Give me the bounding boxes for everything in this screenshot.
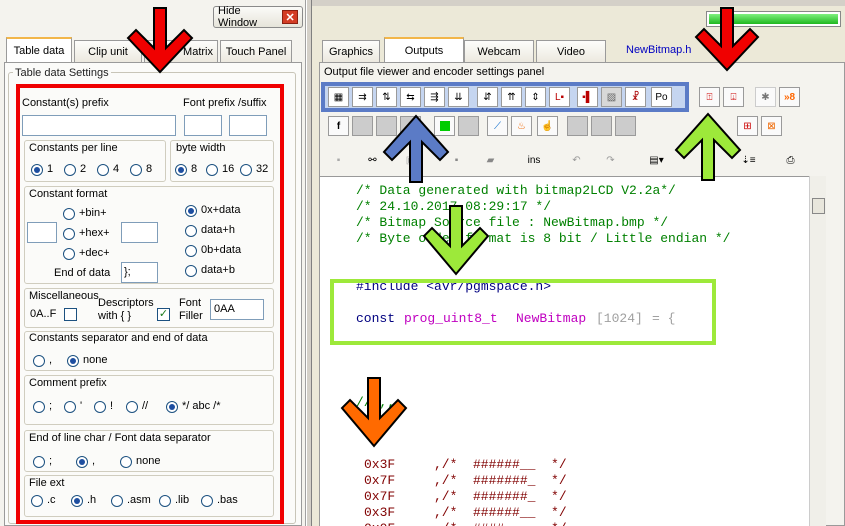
disabled-tool-8-icon[interactable] — [615, 116, 636, 136]
format-grid-icon[interactable]: ▦ — [328, 87, 349, 107]
code-editor[interactable]: /* Data generated with bitmap2LCD V2.2a*… — [320, 176, 809, 526]
font-f-icon[interactable]: f — [328, 116, 349, 136]
print-icon[interactable]: ⎙ — [780, 150, 801, 170]
rotate-icon[interactable]: ⇵ — [477, 87, 498, 107]
disabled-tool-6-icon[interactable] — [567, 116, 588, 136]
red-arrow-icon — [126, 7, 194, 74]
table-row: 0x3F ,/* ######__ */ — [364, 505, 567, 520]
chart-icon[interactable]: ⟋ — [487, 116, 508, 136]
shift-right-icon[interactable]: ⇉ — [352, 87, 373, 107]
code-line: /* Byte order format is 8 bit / Little e… — [356, 231, 731, 246]
orange-arrow-down-icon — [340, 377, 408, 448]
disabled-tool-2-icon[interactable] — [352, 116, 373, 136]
hex-value: 0x7F — [364, 473, 396, 488]
swap-horizontal-icon[interactable]: ⇆ — [400, 87, 421, 107]
disabled-tool-7-icon[interactable] — [591, 116, 612, 136]
fire-icon[interactable]: ♨ — [511, 116, 532, 136]
tab-video[interactable]: Video — [536, 40, 606, 62]
insert-row-icon[interactable]: ▪ — [328, 150, 349, 170]
green-arrow-down-icon — [422, 205, 490, 276]
file-name-label: NewBitmap.h — [626, 44, 692, 56]
top-strip — [312, 0, 845, 6]
scan-down-icon[interactable]: ⇊ — [448, 87, 469, 107]
msb-icon[interactable]: ▪▌ — [577, 87, 598, 107]
green-arrow-up-icon — [674, 112, 742, 181]
tab-touch-panel[interactable]: Touch Panel — [220, 40, 292, 62]
symbol-tool-icon[interactable]: ☧ — [625, 87, 646, 107]
scan-up-icon[interactable]: ⇈ — [501, 87, 522, 107]
hide-window-button[interactable]: Hide Window ✕ — [213, 5, 303, 29]
tab-table-data[interactable]: Table data — [6, 37, 72, 63]
hex-value: 0x3F — [364, 505, 396, 520]
table-row: 0x3F ,/* ######__ */ — [364, 457, 567, 472]
green-highlight-box — [330, 279, 716, 345]
panel-title: Output file viewer and encoder settings … — [324, 66, 545, 78]
close-icon: ✕ — [282, 10, 298, 24]
cancel-grid-icon[interactable]: ⊠ — [761, 116, 782, 136]
row-comment: ,/* ######__ */ — [434, 505, 567, 520]
settings-bug-icon[interactable]: ✱ — [755, 87, 776, 107]
row-comment: ,/* ######__ */ — [434, 457, 567, 472]
row-comment: ,/* ####____ */ — [434, 521, 567, 526]
eraser-icon[interactable]: ▰ — [480, 150, 501, 170]
red-highlight-box — [16, 84, 284, 524]
row-comment: ,/* #######_ */ — [434, 489, 567, 504]
table-row: 0x7F ,/* #######_ */ — [364, 489, 567, 504]
editor-scrollbar[interactable] — [809, 176, 826, 526]
hex-value: 0x0F — [364, 521, 395, 526]
blue-arrow-up-icon — [382, 114, 450, 183]
settings-legend: Table data Settings — [13, 67, 111, 79]
tab-webcam[interactable]: Webcam — [464, 40, 534, 62]
disabled-tool-icon[interactable]: ▨ — [601, 87, 622, 107]
hex-value: 0x7F — [364, 489, 396, 504]
tab-outputs[interactable]: Outputs — [384, 37, 464, 63]
flip-icon[interactable]: ⇕ — [525, 87, 546, 107]
hide-window-label: Hide Window — [218, 5, 258, 29]
po-button[interactable]: Po — [651, 87, 672, 107]
disabled-tool-5-icon[interactable] — [458, 116, 479, 136]
mirror-icon[interactable]: ⇅ — [376, 87, 397, 107]
code-line: /* Bitmap Source file : NewBitmap.bmp */ — [356, 215, 669, 230]
tab-graphics[interactable]: Graphics — [322, 40, 380, 62]
scrollbar-thumb[interactable] — [812, 198, 825, 214]
lsb-icon[interactable]: L▪ — [549, 87, 570, 107]
redo-icon[interactable]: ↷ — [600, 150, 621, 170]
hex-value: 0x3F — [364, 457, 396, 472]
pointer-icon[interactable]: ☝ — [537, 116, 558, 136]
scan-right-icon[interactable]: ⇶ — [424, 87, 445, 107]
plus-eight-icon[interactable]: »8 — [779, 87, 800, 107]
ins-button[interactable]: ins — [520, 150, 548, 170]
table-row: 0x0F ,/* ####____ */ — [364, 521, 567, 526]
red-arrow-icon — [694, 7, 760, 72]
table-row: 0x7F ,/* #######_ */ — [364, 473, 567, 488]
dropdown-icon[interactable]: ▤▾ — [646, 150, 667, 170]
row-comment: ,/* #######_ */ — [434, 473, 567, 488]
undo-icon[interactable]: ↶ — [566, 150, 587, 170]
